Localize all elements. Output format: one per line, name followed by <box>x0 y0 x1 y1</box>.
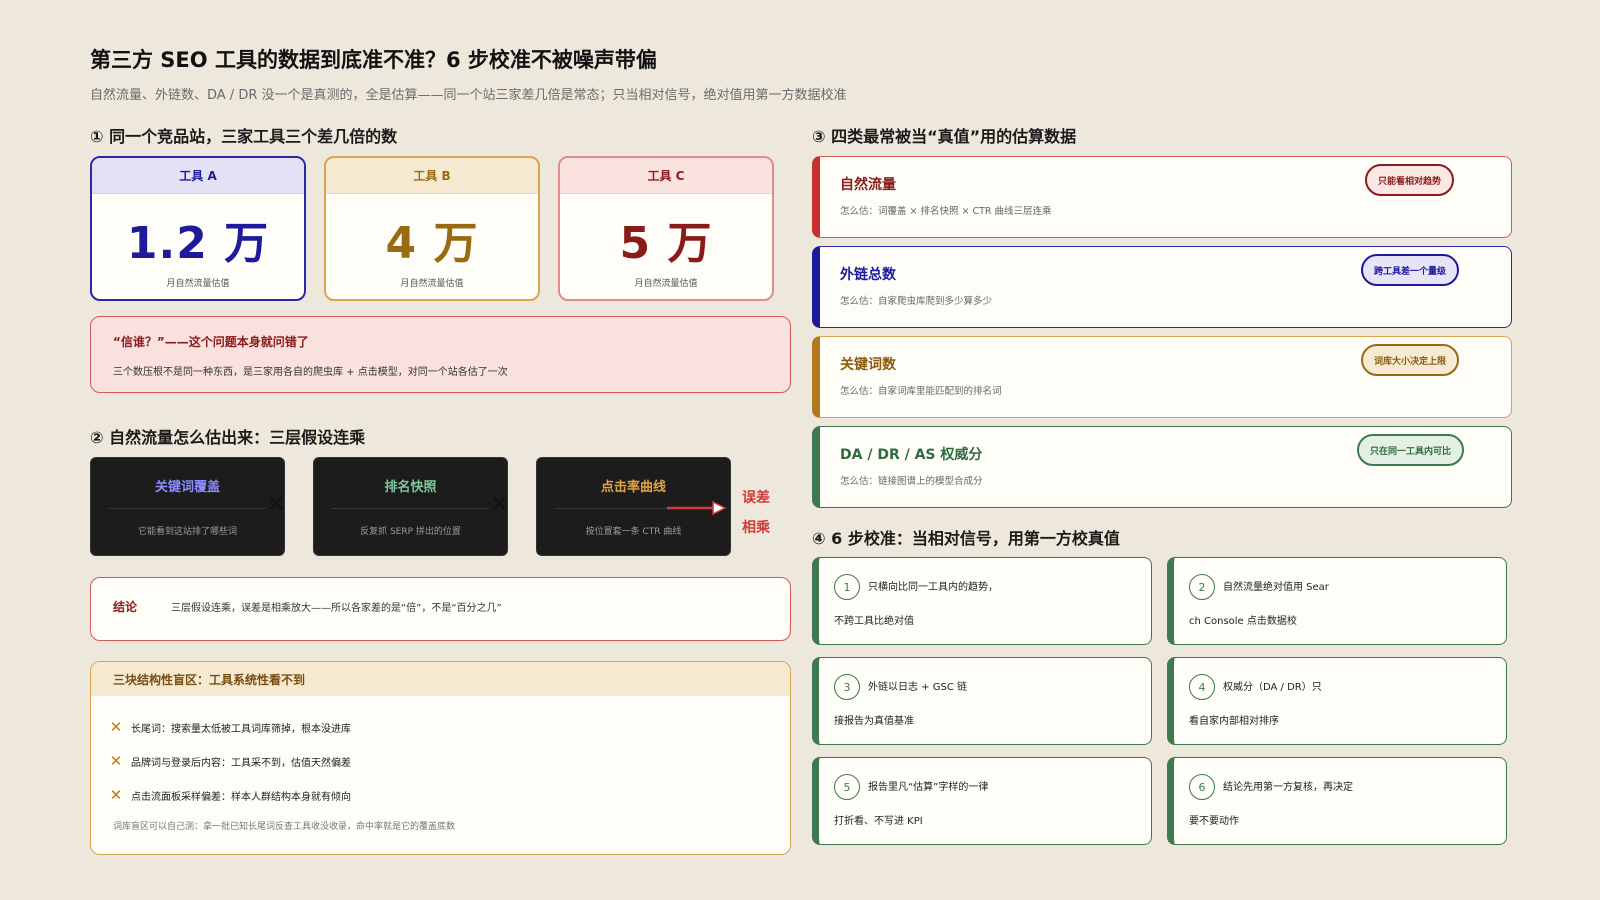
tool-caption: 月自然流量估值 <box>400 279 464 289</box>
metric-tag: 只在同一工具内可比 <box>1357 434 1465 466</box>
metric-authority-score: DA / DR / AS 权威分 怎么估：链接图谱上的模型合成分 只在同一工具内… <box>812 426 1512 508</box>
step-text: 只横向比同一工具内的趋势， <box>868 582 998 593</box>
layer-ctr-curve: 点击率曲线 按位置套一条 CTR 曲线 <box>536 457 731 556</box>
step-text: 自然流量绝对值用 Sear <box>1223 582 1329 593</box>
layer-desc: 它能看到这站排了哪些词 <box>137 527 237 537</box>
wrong-question-callout: “信谁？”——这个问题本身就问错了 三个数压根不是同一种东西，是三家用各自的爬虫… <box>90 316 791 393</box>
section-2-heading: ② 自然流量怎么估出来：三层假设连乘 <box>90 428 366 447</box>
metric-tag: 词库大小决定上限 <box>1361 344 1460 376</box>
section-4-heading: ④ 6 步校准：当相对信号，用第一方校真值 <box>812 529 1120 548</box>
tool-card-b: 工具 B 4 万 月自然流量估值 <box>324 156 540 301</box>
callout-body: 三个数压根不是同一种东西，是三家用各自的爬虫库 + 点击模型，对同一个站各估了一… <box>113 367 508 378</box>
tool-name: 工具 C <box>560 158 772 194</box>
step-text: 结论先用第一方复核，再决定 <box>1223 782 1353 793</box>
tool-name: 工具 B <box>326 158 538 194</box>
page-subtitle: 自然流量、外链数、DA / DR 没一个是真测的，全是估算——同一个站三家差几倍… <box>90 88 847 103</box>
cross-icon: ✕ <box>109 718 123 736</box>
tool-caption: 月自然流量估值 <box>166 279 230 289</box>
step-text: 要不要动作 <box>1189 816 1239 827</box>
metric-keywords: 关键词数 怎么估：自家词库里能匹配到的排名词 词库大小决定上限 <box>812 336 1512 418</box>
step-text: 接报告为真值基准 <box>834 716 914 727</box>
blindspot-item: ✕ 点击流面板采样偏差：样本人群结构本身就有倾向 <box>109 786 351 804</box>
layer-divider <box>332 508 489 509</box>
tool-value: 5 万 <box>619 218 713 269</box>
blindspots-panel: 三块结构性盲区：工具系统性看不到 ✕ 长尾词：搜索量太低被工具词库筛掉，根本没进… <box>90 661 791 855</box>
step-number: 4 <box>1189 674 1215 700</box>
metric-desc: 怎么估：词覆盖 × 排名快照 × CTR 曲线三层连乘 <box>840 206 1052 217</box>
layer-desc: 按位置套一条 CTR 曲线 <box>585 527 682 537</box>
step-text: 外链以日志 + GSC 链 <box>868 682 967 693</box>
blindspot-item: ✕ 品牌词与登录后内容：工具采不到，估值天然偏差 <box>109 752 351 770</box>
metric-desc: 怎么估：链接图谱上的模型合成分 <box>840 476 983 487</box>
layer-title: 关键词覆盖 <box>154 480 220 495</box>
step-text: 不跨工具比绝对值 <box>834 616 914 627</box>
step-card: 1 只横向比同一工具内的趋势， 不跨工具比绝对值 <box>812 557 1152 645</box>
metric-tag: 跨工具差一个量级 <box>1361 254 1460 286</box>
blindspot-item: ✕ 长尾词：搜索量太低被工具词库筛掉，根本没进库 <box>109 718 351 736</box>
conclusion-text: 三层假设连乘，误差是相乘放大——所以各家差的是“倍”，不是“百分之几” <box>171 603 502 614</box>
step-text: 打折看、不写进 KPI <box>834 816 923 827</box>
step-number: 3 <box>834 674 860 700</box>
step-text: 报告里凡“估算”字样的一律 <box>868 782 989 793</box>
metric-title: 关键词数 <box>840 357 896 373</box>
multiply-icon: ✕ <box>490 492 509 517</box>
metric-title: 外链总数 <box>840 267 896 283</box>
tool-card-a: 工具 A 1.2 万 月自然流量估值 <box>90 156 306 301</box>
tool-caption: 月自然流量估值 <box>634 279 698 289</box>
step-number: 5 <box>834 774 860 800</box>
section-3-heading: ③ 四类最常被当“真值”用的估算数据 <box>812 127 1077 146</box>
layer-title: 排名快照 <box>384 480 437 495</box>
step-number: 6 <box>1189 774 1215 800</box>
conclusion-box: 结论 三层假设连乘，误差是相乘放大——所以各家差的是“倍”，不是“百分之几” <box>90 577 791 641</box>
error-multiply-label: 误差 相乘 <box>742 483 770 543</box>
step-card: 3 外链以日志 + GSC 链 接报告为真值基准 <box>812 657 1152 745</box>
blindspot-text: 品牌词与登录后内容：工具采不到，估值天然偏差 <box>131 757 351 769</box>
step-number: 2 <box>1189 574 1215 600</box>
step-text: 看自家内部相对排序 <box>1189 716 1279 727</box>
section-1-heading: ① 同一个竞品站，三家工具三个差几倍的数 <box>90 127 398 146</box>
step-card: 4 权威分（DA / DR）只 看自家内部相对排序 <box>1167 657 1507 745</box>
step-text: 权威分（DA / DR）只 <box>1223 682 1322 693</box>
layer-title: 点击率曲线 <box>600 480 666 495</box>
metric-desc: 怎么估：自家爬虫库爬到多少算多少 <box>840 296 993 307</box>
conclusion-label: 结论 <box>113 600 138 614</box>
metric-tag: 只能看相对趋势 <box>1365 164 1455 196</box>
tool-card-c: 工具 C 5 万 月自然流量估值 <box>558 156 774 301</box>
error-label: 误差 <box>742 490 770 506</box>
step-card: 5 报告里凡“估算”字样的一律 打折看、不写进 KPI <box>812 757 1152 845</box>
metric-title: DA / DR / AS 权威分 <box>840 447 983 463</box>
callout-heading: “信谁？”——这个问题本身就问错了 <box>113 335 309 349</box>
layer-desc: 反复抓 SERP 拼出的位置 <box>360 527 461 537</box>
arrow-right-icon <box>667 500 727 516</box>
step-card: 2 自然流量绝对值用 Sear ch Console 点击数据校 <box>1167 557 1507 645</box>
step-number: 1 <box>834 574 860 600</box>
metric-title: 自然流量 <box>840 177 896 193</box>
layer-rank-snapshot: 排名快照 反复抓 SERP 拼出的位置 <box>313 457 508 556</box>
blindspot-text: 点击流面板采样偏差：样本人群结构本身就有倾向 <box>131 791 351 803</box>
step-text: ch Console 点击数据校 <box>1189 616 1297 627</box>
cross-icon: ✕ <box>109 786 123 804</box>
tool-value: 4 万 <box>385 218 479 269</box>
metric-backlinks: 外链总数 怎么估：自家爬虫库爬到多少算多少 跨工具差一个量级 <box>812 246 1512 328</box>
tool-name: 工具 A <box>92 158 304 194</box>
cross-icon: ✕ <box>109 752 123 770</box>
layer-divider <box>555 508 670 509</box>
multiply-icon: ✕ <box>267 492 286 517</box>
metric-organic-traffic: 自然流量 怎么估：词覆盖 × 排名快照 × CTR 曲线三层连乘 只能看相对趋势 <box>812 156 1512 238</box>
blindspots-note: 词库盲区可以自己测：拿一批已知长尾词反查工具收没收录，命中率就是它的覆盖底数 <box>113 822 456 832</box>
blindspot-text: 长尾词：搜索量太低被工具词库筛掉，根本没进库 <box>131 723 351 735</box>
layer-divider <box>109 508 266 509</box>
tool-value: 1.2 万 <box>126 218 270 269</box>
blindspots-heading: 三块结构性盲区：工具系统性看不到 <box>91 662 790 696</box>
metric-desc: 怎么估：自家词库里能匹配到的排名词 <box>840 386 1002 397</box>
step-card: 6 结论先用第一方复核，再决定 要不要动作 <box>1167 757 1507 845</box>
page-title: 第三方 SEO 工具的数据到底准不准？6 步校准不被噪声带偏 <box>90 48 657 72</box>
layer-keyword-coverage: 关键词覆盖 它能看到这站排了哪些词 <box>90 457 285 556</box>
multiply-label: 相乘 <box>742 520 770 536</box>
